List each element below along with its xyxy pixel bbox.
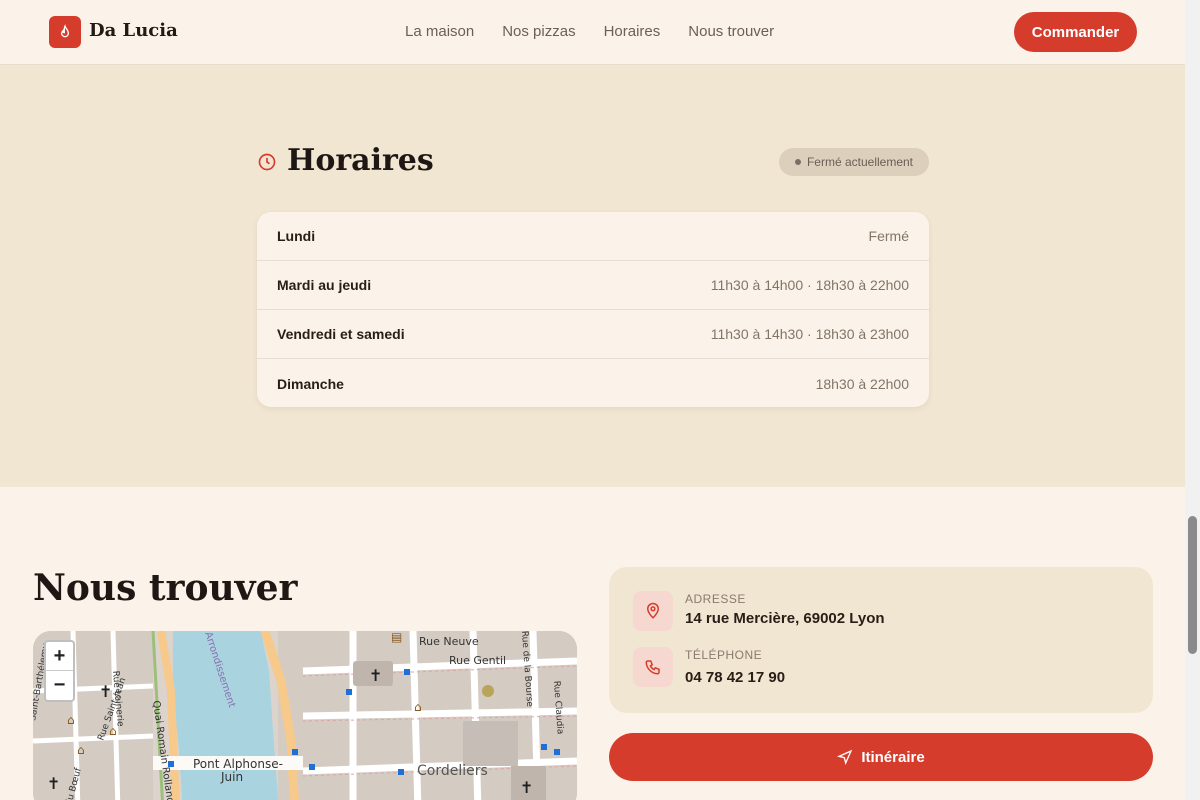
phone-icon [633,647,673,687]
scrollbar[interactable] [1185,0,1200,800]
map-label: Rue Gentil [449,654,506,667]
clock-icon [257,152,277,177]
navigation-icon [837,749,853,765]
hours-row: Vendredi et samedi 11h30 à 14h30 · 18h30… [257,310,929,359]
address-value: 14 rue Mercière, 69002 Lyon [685,610,885,627]
map-label: Cordeliers [417,763,488,779]
hours-table: Lundi Fermé Mardi au jeudi 11h30 à 14h00… [257,212,929,407]
itineraire-button[interactable]: Itinéraire [609,733,1153,781]
svg-text:✝: ✝ [520,778,533,797]
svg-text:⌂: ⌂ [414,700,422,714]
hours-day: Dimanche [277,375,344,392]
map[interactable]: ✝ ✝ ✝ ✝ ⌂ ⌂ ⌂ ⌂ ▤ Rue Neuve Rue Gentil P… [33,631,577,800]
map-label: Juin [220,770,243,784]
find-title: Nous trouver [33,567,298,609]
nav-item-horaires[interactable]: Horaires [604,23,661,40]
phone-label: TÉLÉPHONE [685,648,763,662]
status-dot [794,159,801,165]
hours-day: Vendredi et samedi [277,326,405,342]
map-tiles: ✝ ✝ ✝ ✝ ⌂ ⌂ ⌂ ⌂ ▤ Rue Neuve Rue Gentil P… [33,631,577,800]
nav-item-la-maison[interactable]: La maison [405,23,474,40]
nav-item-nos-pizzas[interactable]: Nos pizzas [502,23,575,40]
hours-time: 11h30 à 14h30 · 18h30 à 23h00 [710,326,909,342]
hours-day: Mardi au jeudi [277,277,372,293]
svg-text:⌂: ⌂ [67,713,75,727]
main-nav: La maison Nos pizzas Horaires Nous trouv… [405,23,774,40]
map-label: Pont Alphonse- [193,757,283,771]
status-badge: Fermé actuellement [779,148,929,176]
svg-text:▤: ▤ [391,631,402,644]
svg-text:✝: ✝ [369,666,382,685]
svg-text:⌂: ⌂ [77,743,85,757]
contact-card: ADRESSE 14 rue Mercière, 69002 Lyon TÉLÉ… [609,567,1153,713]
hours-day: Lundi [277,228,316,244]
status-text: Fermé actuellement [806,155,914,169]
scrollbar-thumb[interactable] [1188,516,1197,654]
hours-row: Dimanche 18h30 à 22h00 [257,359,929,407]
itineraire-label: Itinéraire [861,748,925,766]
hours-row: Mardi au jeudi 11h30 à 14h00 · 18h30 à 2… [257,261,929,310]
map-label: Rue Neuve [419,635,479,648]
address-label: ADRESSE [685,592,746,606]
phone-value[interactable]: 04 78 42 17 90 [685,669,785,686]
zoom-out-button[interactable]: − [46,671,73,700]
nav-item-nous-trouver[interactable]: Nous trouver [688,23,774,40]
hours-time: 11h30 à 14h00 · 18h30 à 22h00 [710,277,909,293]
hours-time: Fermé [868,228,909,244]
location-pin-icon [633,591,673,631]
brand-name[interactable]: Da Lucia [89,20,178,41]
hours-time: 18h30 à 22h00 [815,375,909,392]
hours-title: Horaires [287,143,434,178]
hours-row: Lundi Fermé [257,212,929,261]
site-header: Da Lucia La maison Nos pizzas Horaires N… [0,0,1185,65]
flame-icon[interactable] [49,16,81,48]
zoom-in-button[interactable]: + [46,642,73,671]
map-zoom-control: + − [44,640,75,702]
commander-button[interactable]: Commander [1014,12,1137,52]
svg-text:✝: ✝ [47,774,60,793]
